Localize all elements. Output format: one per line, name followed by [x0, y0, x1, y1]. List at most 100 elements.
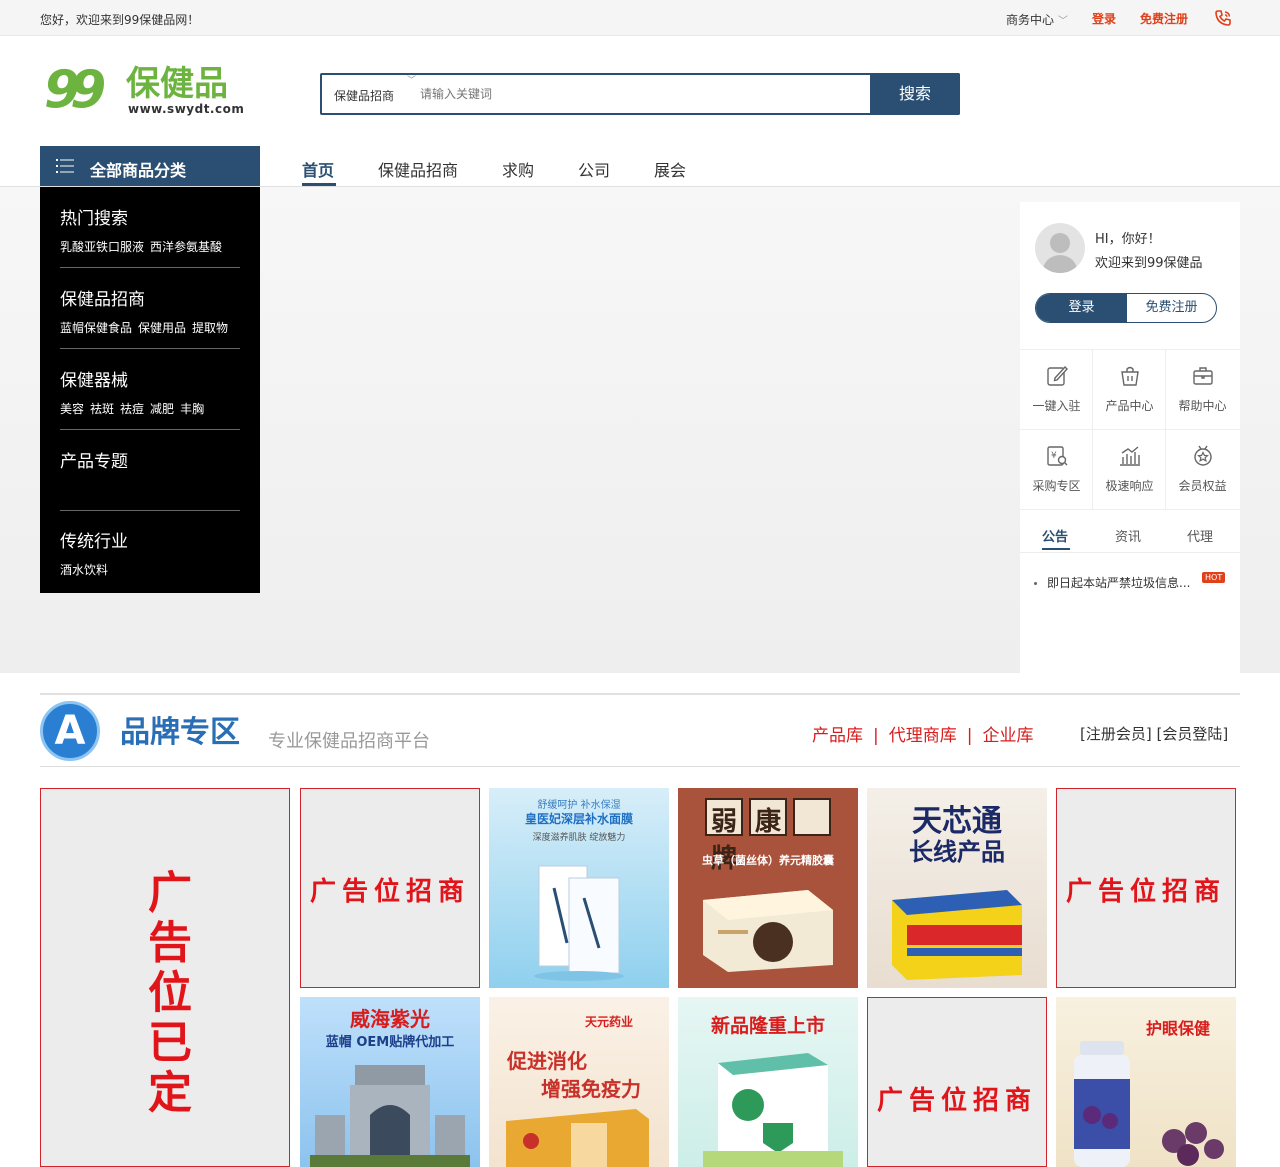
product-library-link[interactable]: 产品库: [812, 726, 863, 746]
product-sub: 虫草（菌丝体）养元精胶囊: [702, 854, 834, 867]
product-tile-cordyceps[interactable]: 弱康牌 虫草（菌丝体）养元精胶囊: [678, 788, 858, 988]
site-logo[interactable]: 99 保健品 www.swydt.com: [44, 62, 244, 122]
category-divider: [60, 348, 240, 349]
product-tile-new[interactable]: 新品隆重上市: [678, 997, 858, 1167]
ad-slot-open[interactable]: 广告位招商: [867, 997, 1047, 1167]
capsule-box-image: [703, 890, 833, 972]
search-button[interactable]: 搜索: [870, 73, 960, 115]
category-group: 热门搜索 乳酸亚铁口服液 西洋参氨基酸: [60, 204, 240, 268]
category-group: 保健器械 美容 祛斑 祛痘 减肥 丰胸: [60, 366, 240, 430]
product-tile-mask[interactable]: 舒缓呵护 补水保湿 皇医妃深层补水面膜 深度滋养肌肤 绽放魅力: [489, 788, 669, 988]
chevron-down-icon: ﹀: [407, 76, 417, 86]
login-button[interactable]: 登录: [1036, 294, 1127, 322]
ad-open-text: 广告位招商: [309, 877, 470, 907]
category-link[interactable]: 丰胸: [180, 402, 204, 416]
ad-reserved-text: 广告位已定: [41, 869, 289, 1119]
ad-slot-open[interactable]: 广告位招商: [300, 788, 480, 988]
register-button[interactable]: 免费注册: [1127, 294, 1216, 322]
company-library-link[interactable]: 企业库: [982, 726, 1033, 746]
hot-badge: HOT: [1202, 572, 1226, 583]
product-tile-tianyuan[interactable]: 天元药业 促进消化 增强免疫力: [489, 997, 669, 1167]
nav-home[interactable]: 首页: [302, 157, 334, 181]
category-link[interactable]: 提取物: [192, 321, 228, 335]
shortcut-help[interactable]: 帮助中心: [1166, 350, 1240, 430]
product-headline: 促进消化: [507, 1049, 587, 1073]
agent-library-link[interactable]: 代理商库: [889, 726, 957, 746]
category-title[interactable]: 产品专题: [60, 447, 240, 472]
tab-agent[interactable]: 代理: [1187, 526, 1213, 545]
section-top-divider: [40, 693, 1240, 695]
search-category-select[interactable]: 保健品招商: [334, 87, 394, 104]
medal-icon: [1194, 445, 1212, 466]
briefcase-icon: [1193, 367, 1213, 385]
ad-slot-reserved[interactable]: 广告位已定: [40, 788, 290, 1167]
top-register-link[interactable]: 免费注册: [1140, 10, 1188, 27]
product-sub: 增强免疫力: [541, 1077, 641, 1101]
business-center-menu[interactable]: 商务中心 ﹀: [1006, 11, 1068, 28]
tianxintong-box-image: [892, 890, 1022, 980]
category-title[interactable]: 传统行业: [60, 527, 240, 552]
category-link[interactable]: 祛痘: [120, 402, 144, 416]
shortcut-procurement[interactable]: ¥ 采购专区: [1020, 430, 1093, 510]
section-bottom-divider: [40, 766, 1240, 767]
ad-open-text: 广告位招商: [1065, 877, 1226, 907]
nav-purchase[interactable]: 求购: [502, 157, 534, 181]
nav-investment[interactable]: 保健品招商: [378, 157, 458, 181]
category-link[interactable]: 酒水饮料: [60, 563, 108, 577]
welcome-text: 您好，欢迎来到99保健品网！: [40, 13, 200, 27]
search-bar: 保健品招商 ﹀ 搜索: [320, 73, 960, 115]
product-tile-tianxintong[interactable]: 天芯通 长线产品: [867, 788, 1047, 988]
nav-company[interactable]: 公司: [578, 157, 610, 181]
product-sub: 深度滋养肌肤 绽放魅力: [532, 833, 626, 843]
section-title: 品牌专区: [120, 715, 240, 750]
category-link[interactable]: 西洋参氨基酸: [150, 240, 222, 254]
notice-text: 即日起本站严禁垃圾信息...: [1047, 576, 1191, 590]
ad-reserved-vertical: 广告位已定: [140, 869, 191, 1119]
category-title[interactable]: 保健品招商: [60, 285, 240, 310]
bullet-icon: [1034, 582, 1037, 585]
category-group: 保健品招商 蓝帽保健食品 保健用品 提取物: [60, 285, 240, 349]
all-categories-button[interactable]: 全部商品分类: [40, 146, 260, 186]
top-login-link[interactable]: 登录: [1092, 10, 1116, 27]
edit-icon: [1047, 365, 1068, 386]
phone-icon[interactable]: [1214, 9, 1232, 27]
category-group: 传统行业 酒水饮料: [60, 527, 240, 578]
shortcut-label: 极速响应: [1105, 479, 1154, 493]
member-links[interactable]: [注册会员] [会员登陆]: [1080, 723, 1228, 744]
product-headline-box: 弱康牌: [705, 798, 831, 874]
category-link[interactable]: 乳酸亚铁口服液: [60, 240, 144, 254]
category-link[interactable]: 蓝帽保健食品: [60, 321, 132, 335]
avatar: [1035, 223, 1085, 273]
new-product-box-image: [703, 1053, 843, 1167]
shortcut-label: 采购专区: [1032, 479, 1081, 493]
category-title[interactable]: 保健器械: [60, 366, 240, 391]
product-headline: 威海紫光: [350, 1007, 430, 1031]
notice-item[interactable]: 即日起本站严禁垃圾信息...: [1034, 574, 1190, 591]
section-badge: A: [40, 701, 100, 761]
product-headline: 皇医妃深层补水面膜: [524, 812, 633, 826]
logo-url: www.swydt.com: [128, 102, 245, 116]
category-link[interactable]: 减肥: [150, 402, 174, 416]
tab-active-indicator: [1042, 548, 1070, 550]
product-headline: 新品隆重上市: [710, 1015, 825, 1037]
tab-announcement[interactable]: 公告: [1042, 526, 1068, 545]
shortcut-fast-response[interactable]: 极速响应: [1093, 430, 1166, 510]
product-tile-weihai[interactable]: 威海紫光 蓝帽 OEM贴牌代加工: [300, 997, 480, 1167]
shortcut-products[interactable]: 产品中心: [1093, 350, 1166, 430]
shortcut-join[interactable]: 一键入驻: [1020, 350, 1093, 430]
nav-exhibition[interactable]: 展会: [654, 157, 686, 181]
ad-open-text: 广告位招商: [876, 1086, 1037, 1116]
category-title[interactable]: 热门搜索: [60, 204, 240, 229]
product-tile-eye-care[interactable]: 护眼保健: [1056, 997, 1236, 1167]
ad-slot-open[interactable]: 广告位招商: [1056, 788, 1236, 988]
shortcut-member-benefits[interactable]: 会员权益: [1166, 430, 1240, 510]
link-separator: |: [873, 726, 879, 746]
category-link[interactable]: 保健用品: [138, 321, 186, 335]
yuan-search-icon: ¥: [1047, 446, 1068, 466]
tab-news[interactable]: 资讯: [1115, 526, 1141, 545]
category-link[interactable]: 美容: [60, 402, 84, 416]
category-link[interactable]: 祛斑: [90, 402, 114, 416]
product-sub: 长线产品: [909, 837, 1005, 866]
tabs-divider: [1020, 552, 1240, 553]
search-input[interactable]: [420, 79, 860, 109]
